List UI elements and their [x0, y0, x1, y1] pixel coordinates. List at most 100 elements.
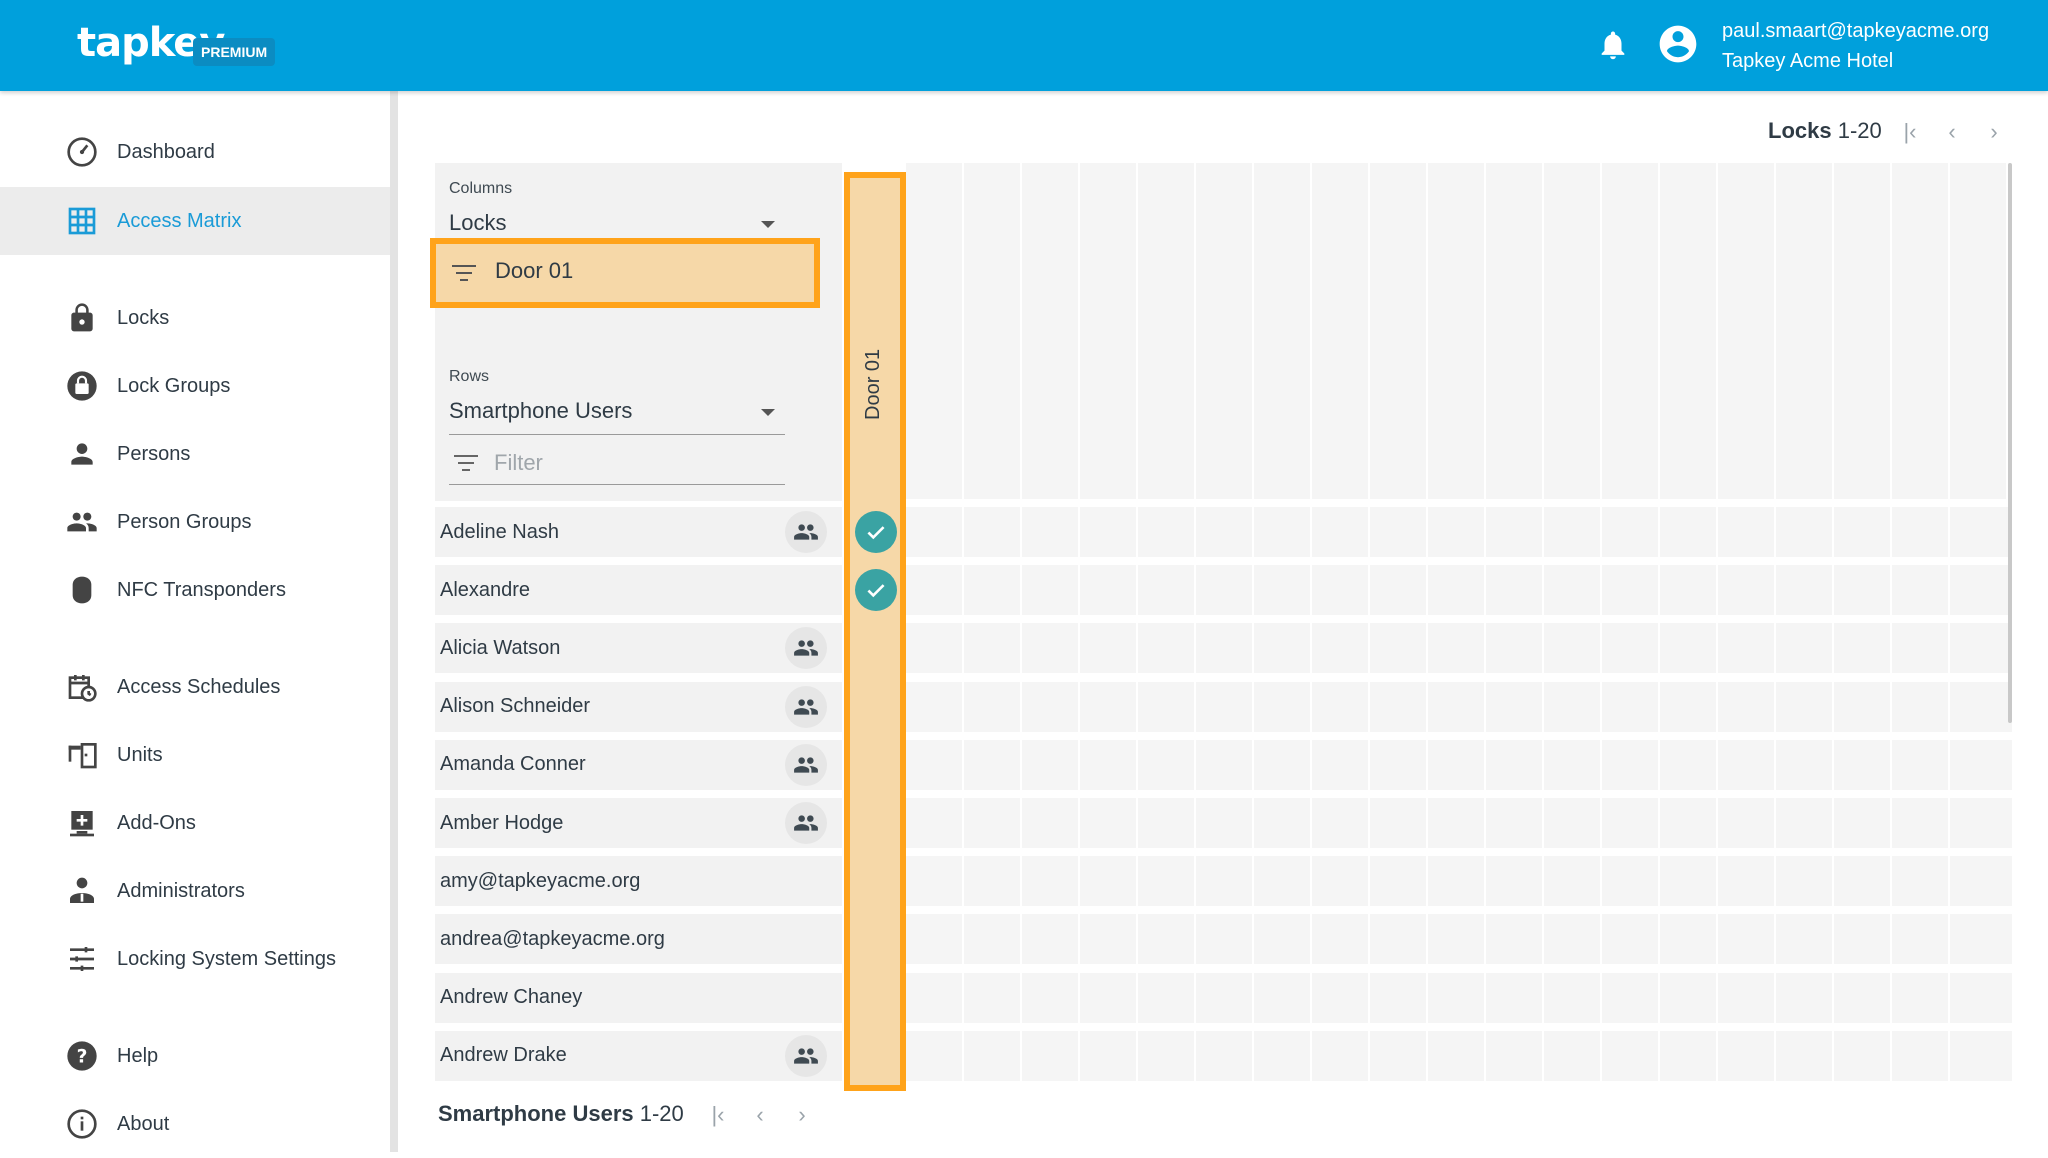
sidebar-item-label: Locking System Settings: [117, 947, 336, 970]
grid-header-cell: [1428, 163, 1484, 499]
grid-row: [906, 507, 2012, 557]
grid-separator: [1310, 163, 1312, 1083]
grid-separator: [1252, 163, 1254, 1083]
grid-header-cell: [1660, 163, 1716, 499]
grid-row: [906, 739, 2012, 790]
people-icon[interactable]: [785, 1034, 827, 1077]
sidebar-item-nfc-transponders[interactable]: NFC Transponders: [0, 556, 390, 624]
people-icon[interactable]: [785, 627, 827, 670]
sidebar-item-label: Administrators: [117, 879, 245, 902]
sidebar-item-about[interactable]: About: [0, 1090, 390, 1158]
user-name: Amanda Conner: [440, 753, 586, 776]
user-name: amy@tapkeyacme.org: [440, 869, 641, 892]
chevron-down-icon[interactable]: [761, 409, 775, 416]
first-page-icon[interactable]: |‹: [706, 1103, 730, 1127]
grid-header-cell: [1080, 163, 1136, 499]
grid-row: [906, 972, 2012, 1023]
next-page-icon[interactable]: ›: [1982, 120, 2006, 144]
table-row[interactable]: Andrew Drake: [435, 1030, 842, 1081]
grid-header-cell: [1950, 163, 2006, 499]
sidebar-item-lock-groups[interactable]: Lock Groups: [0, 352, 390, 420]
table-row[interactable]: amy@tapkeyacme.org: [435, 856, 842, 907]
table-row[interactable]: Andrew Chaney: [435, 972, 842, 1023]
table-row[interactable]: Alison Schneider: [435, 681, 842, 732]
grid-header-cell: [964, 163, 1020, 499]
first-page-icon[interactable]: |‹: [1898, 120, 1922, 144]
grid-header-cell: [1370, 163, 1426, 499]
grid-separator: [962, 163, 964, 1083]
prev-page-icon[interactable]: ‹: [1940, 120, 1964, 144]
grid-row: [906, 1030, 2012, 1081]
sidebar-item-dashboard[interactable]: Dashboard: [0, 118, 390, 186]
sidebar-item-access-schedules[interactable]: Access Schedules: [0, 653, 390, 721]
columns-label: Columns: [449, 180, 513, 197]
users-pagination: Smartphone Users 1-20: [438, 1101, 684, 1127]
grid-separator: [1020, 163, 1022, 1083]
sidebar-item-label: Persons: [117, 442, 191, 465]
access-check-icon[interactable]: [855, 569, 897, 612]
next-page-icon[interactable]: ›: [790, 1103, 814, 1127]
columns-select[interactable]: Locks: [449, 210, 506, 236]
sidebar-item-add-ons[interactable]: Add-Ons: [0, 789, 390, 857]
user-name: Amber Hodge: [440, 811, 564, 834]
grid-header-cell: [1254, 163, 1310, 499]
table-row[interactable]: Amber Hodge: [435, 798, 842, 848]
premium-badge: PREMIUM: [193, 38, 276, 66]
dashboard-icon: [67, 137, 97, 167]
rows-select-underline: [449, 434, 785, 435]
table-row[interactable]: Alexandre: [435, 565, 842, 616]
grid-row: [906, 798, 2012, 848]
addons-icon: [70, 811, 94, 837]
grid-separator: [1716, 163, 1718, 1083]
sidebar-item-help[interactable]: ? Help: [0, 1022, 390, 1090]
admin-icon: [70, 877, 94, 903]
user-name: andrea@tapkeyacme.org: [440, 927, 665, 950]
grid-header-cell: [1312, 163, 1368, 499]
table-row[interactable]: Amanda Conner: [435, 739, 842, 790]
people-icon[interactable]: [785, 802, 827, 844]
columns-filter-field[interactable]: Door 01: [430, 238, 820, 308]
prev-page-icon[interactable]: ‹: [748, 1103, 772, 1127]
sidebar-item-administrators[interactable]: Administrators: [0, 857, 390, 925]
sidebar-item-persons[interactable]: Persons: [0, 420, 390, 488]
account-icon[interactable]: [1656, 22, 1700, 66]
svg-text:?: ?: [77, 1047, 88, 1068]
sidebar-item-locking-system-settings[interactable]: Locking System Settings: [0, 925, 390, 993]
sidebar-item-label: NFC Transponders: [117, 578, 286, 601]
sidebar-item-label: Access Schedules: [117, 675, 281, 698]
sidebar-item-label: Person Groups: [117, 510, 252, 533]
paging-label: Locks: [1768, 118, 1832, 143]
people-icon[interactable]: [785, 743, 827, 786]
sidebar-item-person-groups[interactable]: Person Groups: [0, 488, 390, 556]
help-icon: ?: [67, 1041, 97, 1071]
sidebar-item-label: Access Matrix: [117, 209, 242, 232]
table-row[interactable]: Adeline Nash: [435, 507, 842, 557]
rows-select[interactable]: Smartphone Users: [449, 398, 632, 424]
sidebar-item-units[interactable]: Units: [0, 721, 390, 789]
access-check-icon[interactable]: [855, 511, 897, 553]
sidebar-item-locks[interactable]: Locks: [0, 284, 390, 352]
chevron-down-icon[interactable]: [761, 221, 775, 228]
scrollbar[interactable]: [2008, 163, 2012, 723]
sidebar-item-access-matrix[interactable]: Access Matrix: [0, 187, 390, 255]
bell-icon[interactable]: [1596, 28, 1630, 62]
grid-header-cell: [1892, 163, 1948, 499]
user-organization[interactable]: Tapkey Acme Hotel: [1722, 50, 1893, 73]
grid-separator: [1368, 163, 1370, 1083]
person-icon: [71, 443, 93, 465]
rows-filter-input[interactable]: Filter: [494, 450, 543, 476]
people-icon[interactable]: [785, 685, 827, 728]
table-row[interactable]: andrea@tapkeyacme.org: [435, 914, 842, 965]
grid-separator: [1194, 163, 1196, 1083]
people-icon[interactable]: [785, 511, 827, 553]
table-row[interactable]: Alicia Watson: [435, 623, 842, 674]
grid-header-cell: [1196, 163, 1252, 499]
grid-separator: [1774, 163, 1776, 1083]
column-door-01-highlight[interactable]: [844, 172, 906, 1091]
user-email[interactable]: paul.smaart@tapkeyacme.org: [1722, 20, 1989, 43]
user-name: Andrew Drake: [440, 1044, 567, 1067]
transponder-icon: [72, 576, 92, 604]
people-icon: [67, 512, 97, 532]
column-header-door-01[interactable]: Door 01: [862, 349, 885, 420]
paging-label: Smartphone Users: [438, 1101, 634, 1126]
